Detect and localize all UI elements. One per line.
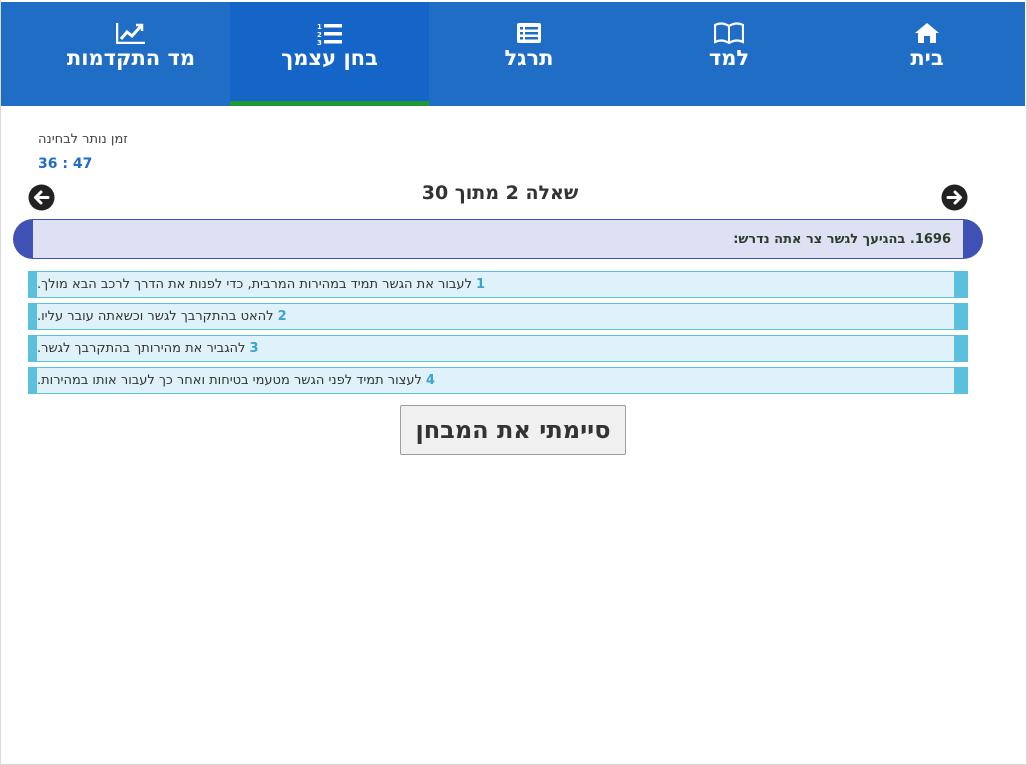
arrow-right-icon — [941, 184, 968, 211]
answer-option-inner: 2 להאט בהתקרבך לגשר וכשאתה עובר עליו. — [37, 304, 954, 329]
answer-option-inner: 1 לעבור את הגשר תמיד במהירות המרבית, כדי… — [37, 272, 954, 297]
tab-practice[interactable]: תרגל — [429, 2, 629, 106]
svg-text:2: 2 — [317, 31, 322, 39]
question-counter: שאלה 2 מתוך 30 — [421, 182, 579, 204]
prev-question-button[interactable] — [28, 184, 55, 211]
tab-self-test[interactable]: 1 2 3 בחן עצמך — [230, 2, 429, 106]
question-text: 1696. בהגיעך לגשר צר אתה נדרש: — [733, 231, 951, 247]
tab-self-test-label: בחן עצמך — [281, 46, 378, 70]
question-box: 1696. בהגיעך לגשר צר אתה נדרש: — [13, 219, 983, 259]
tab-progress[interactable]: מד התקדמות — [31, 2, 231, 106]
timer-label: זמן נותר לבחינה — [38, 132, 128, 147]
answer-number: 1 — [475, 277, 486, 292]
top-nav: מד התקדמות 1 2 3 בחן עצמך תרגל למד בית — [1, 2, 1025, 106]
chart-line-icon — [116, 23, 145, 44]
answer-number: 4 — [425, 373, 435, 388]
answer-number: 2 — [277, 309, 287, 324]
timer-value: 36 : 47 — [38, 156, 93, 172]
svg-text:3: 3 — [317, 39, 322, 46]
tab-home-label: בית — [910, 46, 944, 70]
tab-home[interactable]: בית — [829, 2, 1025, 106]
answer-text: לעצור תמיד לפני הגשר מטעמי בטיחות ואחר כ… — [37, 373, 422, 388]
answer-option-inner: 4 לעצור תמיד לפני הגשר מטעמי בטיחות ואחר… — [37, 368, 954, 393]
numbered-list-icon: 1 2 3 — [317, 23, 342, 46]
answer-option-1[interactable]: 1 לעבור את הגשר תמיד במהירות המרבית, כדי… — [28, 271, 968, 298]
tab-practice-label: תרגל — [504, 46, 554, 70]
tab-learn[interactable]: למד — [629, 2, 829, 106]
answer-option-3[interactable]: 3 להגביר את מהירותך בהתקרבך לגשר. — [28, 335, 968, 362]
finish-exam-button[interactable]: סיימתי את המבחן — [400, 405, 626, 455]
answer-text: להאט בהתקרבך לגשר וכשאתה עובר עליו. — [37, 309, 274, 324]
answer-option-4[interactable]: 4 לעצור תמיד לפני הגשר מטעמי בטיחות ואחר… — [28, 367, 968, 394]
answer-option-inner: 3 להגביר את מהירותך בהתקרבך לגשר. — [37, 336, 954, 361]
answer-number: 3 — [249, 341, 259, 356]
tab-learn-label: למד — [708, 46, 750, 70]
answer-text: לעבור את הגשר תמיד במהירות המרבית, כדי ל… — [37, 277, 472, 292]
svg-text:1: 1 — [317, 23, 322, 31]
answer-text: להגביר את מהירותך בהתקרבך לגשר. — [37, 341, 246, 356]
list-card-icon — [517, 23, 541, 43]
book-icon — [714, 22, 744, 44]
arrow-left-icon — [28, 184, 55, 211]
active-tab-indicator — [230, 101, 429, 106]
answer-option-2[interactable]: 2 להאט בהתקרבך לגשר וכשאתה עובר עליו. — [28, 303, 968, 330]
next-question-button[interactable] — [941, 184, 968, 211]
question-inner: 1696. בהגיעך לגשר צר אתה נדרש: — [33, 220, 963, 258]
home-icon — [915, 23, 939, 43]
tab-progress-label: מד התקדמות — [66, 46, 196, 70]
